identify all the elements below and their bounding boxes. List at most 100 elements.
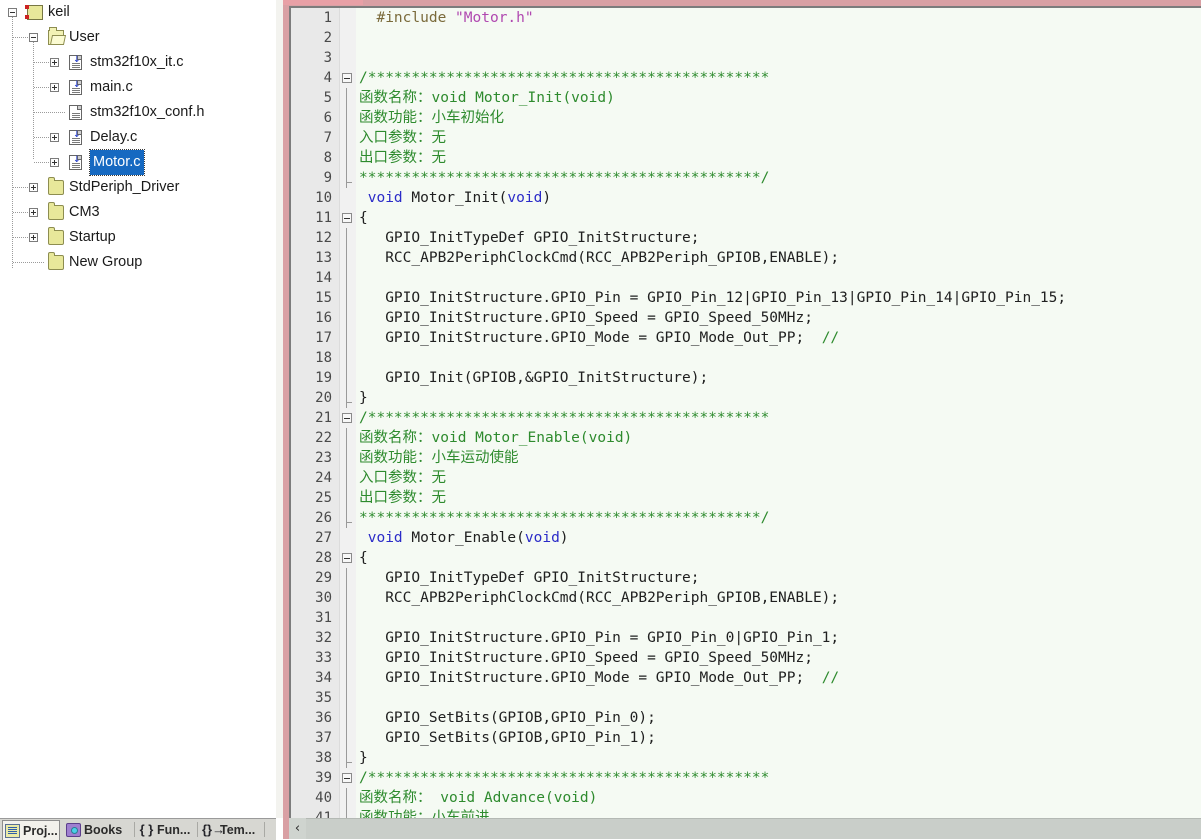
code-line[interactable]: 13 RCC_APB2PeriphClockCmd(RCC_APB2Periph… bbox=[291, 248, 1201, 268]
code-line[interactable]: 24 入口参数：无 bbox=[291, 468, 1201, 488]
code-line[interactable]: 39 /*************************************… bbox=[291, 768, 1201, 788]
tree-connector bbox=[34, 87, 50, 88]
fold-range-line bbox=[346, 388, 352, 408]
code-line[interactable]: 36 GPIO_SetBits(GPIOB,GPIO_Pin_0); bbox=[291, 708, 1201, 728]
code-text: GPIO_InitStructure.GPIO_Pin = GPIO_Pin_1… bbox=[359, 288, 1066, 308]
code-line[interactable]: 7 入口参数：无 bbox=[291, 128, 1201, 148]
expand-icon[interactable] bbox=[50, 83, 59, 92]
expand-icon[interactable] bbox=[50, 158, 59, 167]
code-line[interactable]: 40 函数名称： void Advance(void) bbox=[291, 788, 1201, 808]
code-line[interactable]: 38} bbox=[291, 748, 1201, 768]
project-tree[interactable]: keil User ↓ stm32f10x_it.c ↓ main.c stm32f10x_… bbox=[0, 0, 276, 275]
project-pane-tabstrip[interactable]: Proj... Books { } Fun... {}→ Tem... bbox=[0, 818, 276, 840]
code-line[interactable]: 28 { bbox=[291, 548, 1201, 568]
tree-item-keil[interactable]: keil bbox=[0, 0, 276, 25]
fold-range-line bbox=[346, 288, 347, 308]
code-line[interactable]: 5 函数名称：void Motor_Init(void) bbox=[291, 88, 1201, 108]
code-line[interactable]: 19 GPIO_Init(GPIOB,&GPIO_InitStructure); bbox=[291, 368, 1201, 388]
code-line[interactable]: 27 void Motor_Enable(void) bbox=[291, 528, 1201, 548]
code-line[interactable]: 12 GPIO_InitTypeDef GPIO_InitStructure; bbox=[291, 228, 1201, 248]
fold-range-line bbox=[346, 368, 347, 388]
code-line[interactable]: 18 bbox=[291, 348, 1201, 368]
code-line[interactable]: 26 **************************************… bbox=[291, 508, 1201, 528]
scroll-left-arrow-icon[interactable]: ‹ bbox=[289, 818, 306, 839]
collapse-icon[interactable] bbox=[8, 8, 17, 17]
code-line[interactable]: 21 /*************************************… bbox=[291, 408, 1201, 428]
code-line[interactable]: 3 bbox=[291, 48, 1201, 68]
code-token: GPIO_InitStructure.GPIO_Mode = GPIO_Mode… bbox=[359, 330, 822, 346]
code-line[interactable]: 29 GPIO_InitTypeDef GPIO_InitStructure; bbox=[291, 568, 1201, 588]
code-line[interactable]: 8 出口参数：无 bbox=[291, 148, 1201, 168]
code-token: /***************************************… bbox=[359, 70, 770, 86]
fold-collapse-icon[interactable] bbox=[342, 773, 352, 783]
tree-item-user[interactable]: User bbox=[0, 25, 276, 50]
tree-item-cm3[interactable]: CM3 bbox=[0, 200, 276, 225]
code-line[interactable]: 23 函数功能：小车运动使能 bbox=[291, 448, 1201, 468]
code-line[interactable]: 15 GPIO_InitStructure.GPIO_Pin = GPIO_Pi… bbox=[291, 288, 1201, 308]
code-line[interactable]: 33 GPIO_InitStructure.GPIO_Speed = GPIO_… bbox=[291, 648, 1201, 668]
code-line[interactable]: 2 bbox=[291, 28, 1201, 48]
code-line[interactable]: 11 { bbox=[291, 208, 1201, 228]
code-text: } bbox=[359, 748, 368, 768]
code-line[interactable]: 6 函数功能：小车初始化 bbox=[291, 108, 1201, 128]
code-text: /***************************************… bbox=[359, 408, 769, 428]
code-line[interactable]: 1 #include "Motor.h" bbox=[291, 8, 1201, 28]
tree-item-label: keil bbox=[48, 4, 70, 20]
pane-splitter[interactable] bbox=[276, 0, 283, 818]
mdi-titlebar-sliver bbox=[283, 0, 363, 5]
tree-item-stdperiph-driver[interactable]: StdPeriph_Driver bbox=[0, 175, 276, 200]
expand-icon[interactable] bbox=[29, 183, 38, 192]
fold-collapse-icon[interactable] bbox=[342, 413, 352, 423]
code-line[interactable]: 16 GPIO_InitStructure.GPIO_Speed = GPIO_… bbox=[291, 308, 1201, 328]
project-tree-pane[interactable]: keil User ↓ stm32f10x_it.c ↓ main.c stm32f10x_… bbox=[0, 0, 277, 818]
fold-range-line bbox=[346, 628, 347, 648]
code-line[interactable]: 34 GPIO_InitStructure.GPIO_Mode = GPIO_M… bbox=[291, 668, 1201, 688]
tree-item-label: User bbox=[69, 29, 100, 45]
line-number: 12 bbox=[315, 230, 332, 246]
editor-document-window[interactable]: 1 #include "Motor.h" 2 3 4 /****************… bbox=[289, 6, 1201, 818]
code-line[interactable]: 22 函数名称：void Motor_Enable(void) bbox=[291, 428, 1201, 448]
fold-collapse-icon[interactable] bbox=[342, 73, 352, 83]
expand-icon[interactable] bbox=[29, 233, 38, 242]
code-token: void bbox=[367, 530, 403, 546]
fold-range-line bbox=[346, 688, 347, 708]
code-line[interactable]: 30 RCC_APB2PeriphClockCmd(RCC_APB2Periph… bbox=[291, 588, 1201, 608]
code-line[interactable]: 41 函数功能：小车前进 bbox=[291, 808, 1201, 818]
scrollbar-track[interactable] bbox=[289, 818, 1201, 839]
expand-icon[interactable] bbox=[50, 133, 59, 142]
functions-icon: { } bbox=[139, 822, 154, 837]
code-line[interactable]: 17 GPIO_InitStructure.GPIO_Mode = GPIO_M… bbox=[291, 328, 1201, 348]
line-number: 19 bbox=[315, 370, 332, 386]
pane-tab-proj[interactable]: Proj... bbox=[2, 820, 60, 840]
code-lines[interactable]: 1 #include "Motor.h" 2 3 4 /****************… bbox=[291, 8, 1201, 818]
code-token: 函数功能：小车前进 bbox=[359, 810, 490, 818]
collapse-icon[interactable] bbox=[29, 33, 38, 42]
tree-item-label: Startup bbox=[69, 229, 116, 245]
horizontal-scrollbar[interactable]: ‹ bbox=[283, 818, 1201, 839]
code-line[interactable]: 31 bbox=[291, 608, 1201, 628]
tree-item-startup[interactable]: Startup bbox=[0, 225, 276, 250]
expand-icon[interactable] bbox=[50, 58, 59, 67]
expand-icon[interactable] bbox=[29, 208, 38, 217]
code-line[interactable]: 4 /**************************************… bbox=[291, 68, 1201, 88]
line-number: 4 bbox=[323, 70, 332, 86]
code-line[interactable]: 25 出口参数：无 bbox=[291, 488, 1201, 508]
fold-range-line bbox=[346, 808, 347, 818]
code-line[interactable]: 9 ***************************************… bbox=[291, 168, 1201, 188]
fold-range-line bbox=[346, 328, 347, 348]
tree-connector bbox=[34, 62, 50, 63]
code-line[interactable]: 20} bbox=[291, 388, 1201, 408]
line-number: 38 bbox=[315, 750, 332, 766]
code-line[interactable]: 10 void Motor_Init(void) bbox=[291, 188, 1201, 208]
fold-collapse-icon[interactable] bbox=[342, 213, 352, 223]
code-text: 函数功能：小车前进 bbox=[359, 808, 490, 818]
books-icon bbox=[66, 823, 81, 837]
code-line[interactable]: 37 GPIO_SetBits(GPIOB,GPIO_Pin_1); bbox=[291, 728, 1201, 748]
fold-collapse-icon[interactable] bbox=[342, 553, 352, 563]
code-line[interactable]: 14 bbox=[291, 268, 1201, 288]
code-text-area[interactable]: 1 #include "Motor.h" 2 3 4 /****************… bbox=[291, 8, 1201, 818]
code-line[interactable]: 32 GPIO_InitStructure.GPIO_Pin = GPIO_Pi… bbox=[291, 628, 1201, 648]
code-line[interactable]: 35 bbox=[291, 688, 1201, 708]
